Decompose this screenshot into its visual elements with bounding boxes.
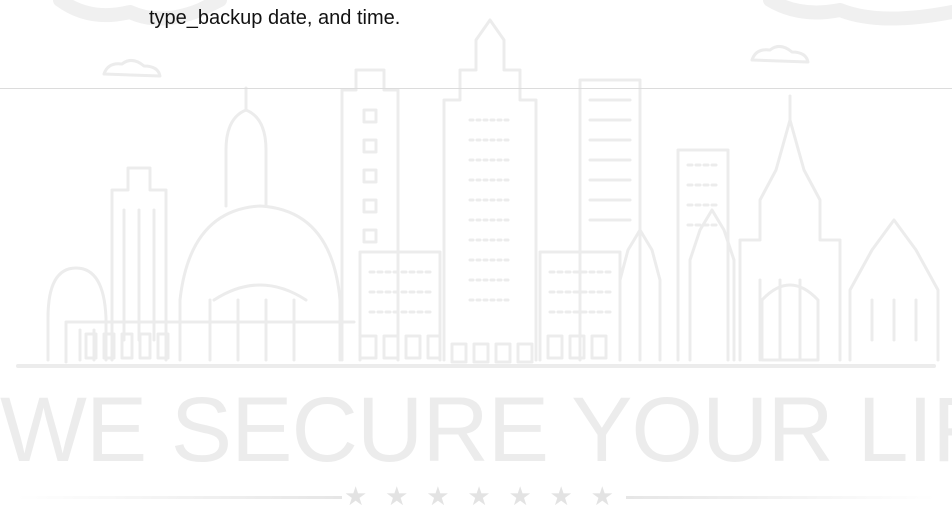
stars: ★ ★ ★ ★ ★ ★ ★ (344, 482, 614, 512)
star-icon: ★ (467, 482, 491, 512)
star-icon: ★ (426, 482, 450, 512)
divider-line-right (626, 496, 936, 499)
star-icon: ★ (344, 482, 368, 512)
star-icon: ★ (385, 482, 409, 512)
divider-line-left (16, 496, 342, 499)
watermark-tagline: WE SECURE YOUR LIFE (0, 379, 952, 481)
body-text: type_backup date, and time. (149, 7, 401, 29)
page: type_backup date, and time. WE SECURE YO… (0, 0, 952, 517)
star-icon: ★ (590, 482, 614, 512)
star-icon: ★ (549, 482, 573, 512)
stars-row: ★ ★ ★ ★ ★ ★ ★ (0, 478, 952, 517)
star-icon: ★ (508, 482, 532, 512)
divider (0, 88, 952, 89)
